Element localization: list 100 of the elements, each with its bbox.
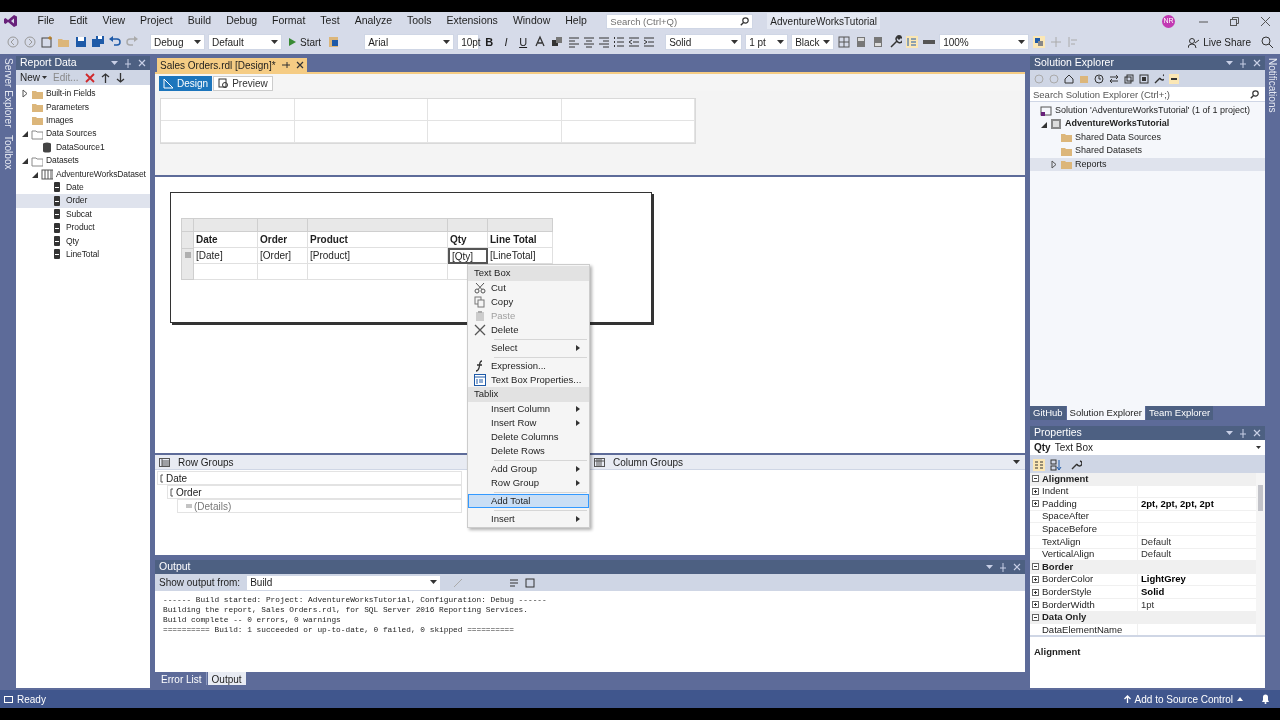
tree-item[interactable]: Qty — [16, 234, 150, 248]
group-item[interactable]: Date — [157, 471, 462, 485]
save-icon[interactable] — [74, 35, 88, 49]
menu-item[interactable]: Test — [312, 13, 348, 29]
row-handle[interactable] — [181, 232, 194, 248]
new-button[interactable]: New — [20, 70, 47, 85]
tree-item[interactable]: Shared Datasets — [1030, 144, 1265, 158]
collapse-all-icon[interactable] — [1124, 73, 1134, 84]
collapse-icon[interactable] — [1031, 475, 1039, 483]
menu-item[interactable]: Format — [264, 13, 313, 29]
source-control-button[interactable]: Add to Source Control — [1123, 691, 1243, 707]
tree-item[interactable]: Images — [16, 113, 150, 128]
menu-item[interactable]: Text Box Properties... — [468, 373, 589, 387]
column-handle[interactable] — [488, 218, 553, 232]
side-tab[interactable]: Toolbox — [0, 135, 16, 170]
tree-item[interactable]: AdventureWorksTutorial — [1030, 117, 1265, 131]
font-size-dropdown[interactable]: 10pt — [457, 34, 480, 50]
tree-item[interactable]: Datasets — [16, 153, 150, 168]
corner-handle[interactable] — [181, 218, 194, 232]
panel-tab[interactable]: Solution Explorer — [1066, 406, 1145, 420]
menu-item[interactable]: Help — [557, 13, 595, 29]
sync-icon[interactable] — [1109, 73, 1119, 84]
panel-tab[interactable]: Team Explorer — [1145, 406, 1214, 420]
new-project-icon[interactable] — [40, 35, 54, 49]
format-button[interactable]: I — [499, 33, 514, 51]
tree-item[interactable]: Built-in Fields — [16, 87, 150, 101]
menu-item[interactable]: View — [95, 13, 133, 29]
field-cell[interactable]: [Product] — [308, 248, 448, 264]
menu-item[interactable]: Row Group — [468, 476, 589, 490]
column-handle[interactable] — [308, 218, 448, 232]
layout-icon[interactable] — [1032, 35, 1047, 49]
panel-tab[interactable]: Output — [207, 672, 246, 685]
word-wrap-icon[interactable] — [509, 577, 520, 588]
border-style-dropdown[interactable]: Solid — [665, 34, 743, 50]
tree-item[interactable]: Product — [16, 220, 150, 235]
dropdown-icon[interactable] — [1013, 459, 1020, 465]
property-row[interactable]: BorderWidth 1pt — [1030, 598, 1256, 612]
property-row[interactable]: SpaceAfter — [1030, 510, 1256, 524]
side-tab[interactable]: Notifications — [1265, 58, 1280, 113]
menu-item[interactable]: Extensions — [439, 13, 506, 29]
menu-item[interactable]: Copy — [468, 295, 589, 309]
highlight-icon[interactable] — [550, 35, 565, 49]
format-button[interactable]: U — [516, 33, 531, 51]
bell-icon[interactable] — [1261, 694, 1270, 704]
column-handle[interactable] — [258, 218, 308, 232]
panel-tab[interactable]: GitHub — [1030, 406, 1066, 420]
close-icon[interactable] — [295, 61, 304, 69]
menu-item[interactable]: Window — [505, 13, 558, 29]
find-icon[interactable] — [525, 577, 536, 588]
expand-icon[interactable] — [1031, 500, 1039, 508]
menu-item[interactable]: Project — [132, 13, 181, 29]
home-icon[interactable] — [1064, 73, 1074, 84]
expand-icon[interactable] — [21, 89, 29, 99]
column-header[interactable]: Order — [258, 232, 308, 248]
tree-item[interactable]: Date — [16, 180, 150, 195]
expand-icon[interactable] — [1031, 601, 1039, 609]
menu-item[interactable]: Delete Rows — [468, 444, 589, 458]
bullets-icon[interactable] — [612, 35, 625, 49]
save-all-icon[interactable] — [91, 35, 105, 49]
property-row[interactable]: BorderStyle Solid — [1030, 586, 1256, 599]
menu-item[interactable]: Analyze — [347, 13, 400, 29]
tree-item[interactable]: AdventureWorksDataset — [16, 167, 150, 181]
start-button[interactable]: Start — [285, 34, 325, 50]
platform-dropdown[interactable]: Default — [208, 34, 282, 50]
view-tab[interactable]: Design — [159, 76, 213, 91]
pin-icon[interactable] — [281, 61, 290, 69]
scroll-bar[interactable] — [1256, 473, 1265, 635]
column-header[interactable]: Line Total — [488, 232, 553, 248]
search-field[interactable]: Search (Ctrl+Q) — [606, 13, 754, 29]
expand-icon[interactable] — [1031, 487, 1039, 495]
feedback-icon[interactable] — [1260, 35, 1274, 49]
tree-item[interactable]: DataSource1 — [16, 140, 150, 154]
menu-item[interactable]: Build — [180, 13, 219, 29]
delete-icon[interactable] — [84, 72, 95, 83]
collapse-icon[interactable] — [21, 129, 29, 139]
menu-item[interactable]: Tools — [399, 13, 439, 29]
table-cell[interactable] — [308, 264, 448, 280]
indent-icon[interactable] — [642, 35, 655, 49]
search-field[interactable]: Search Solution Explorer (Ctrl+;) — [1030, 87, 1265, 102]
menu-item[interactable]: Delete Columns — [468, 430, 589, 444]
side-tab[interactable]: Server Explorer — [0, 58, 16, 128]
group-item[interactable]: (Details) — [177, 499, 462, 513]
align-center-icon[interactable] — [582, 35, 595, 49]
configuration-dropdown[interactable]: Debug — [150, 34, 205, 50]
live-share-button[interactable]: Live Share — [1188, 34, 1251, 50]
category-row[interactable]: Alignment — [1030, 473, 1256, 486]
menu-item[interactable]: Expression... — [468, 359, 589, 373]
font-dropdown[interactable]: Arial — [364, 34, 455, 50]
move-up-icon[interactable] — [100, 72, 110, 83]
undo-icon[interactable] — [108, 35, 122, 49]
view-tab[interactable]: Preview — [213, 76, 273, 91]
column-handle[interactable] — [194, 218, 258, 232]
restore-icon[interactable] — [1230, 16, 1239, 26]
expand-icon[interactable] — [1031, 576, 1039, 584]
group-item[interactable]: Order — [167, 485, 462, 499]
sort-icon[interactable] — [1050, 458, 1062, 471]
menu-item[interactable]: Add Group — [468, 462, 589, 476]
menu-item[interactable]: Insert Column — [468, 402, 589, 416]
tree-item[interactable]: Data Sources — [16, 127, 150, 141]
field-cell[interactable]: [Order] — [258, 248, 308, 264]
